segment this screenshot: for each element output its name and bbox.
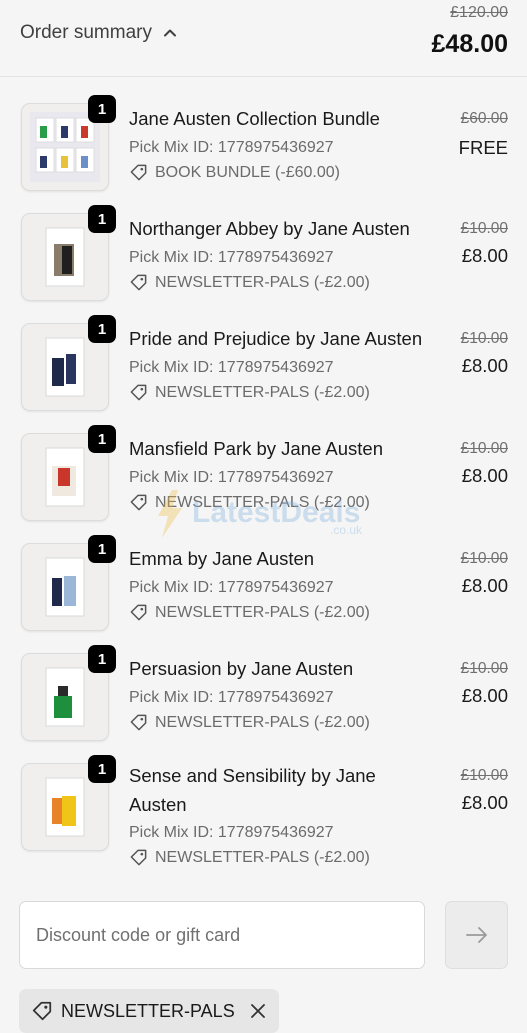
pick-mix-id: Pick Mix ID: 1778975436927	[129, 359, 334, 376]
original-price: £10.00	[460, 440, 508, 457]
product-name: Sense and Sensibility by Jane Austen	[129, 765, 376, 815]
tag-icon	[130, 604, 147, 621]
discount-label: NEWSLETTER-PALS (-£2.00)	[155, 713, 370, 731]
quantity-badge: 1	[88, 645, 116, 673]
product-name: Mansfield Park by Jane Austen	[129, 438, 384, 459]
pick-mix-id: Pick Mix ID: 1778975436927	[129, 249, 334, 266]
pick-mix-id: Pick Mix ID: 1778975436927	[129, 579, 334, 596]
tag-icon	[130, 164, 147, 181]
close-icon[interactable]	[249, 1002, 267, 1020]
discount-line: BOOK BUNDLE (-£60.00)	[129, 163, 340, 182]
apply-discount-button[interactable]	[445, 901, 508, 969]
applied-discount-chip: NEWSLETTER-PALS	[19, 989, 279, 1033]
order-total: £48.00	[431, 30, 508, 58]
original-price: £60.00	[460, 110, 508, 127]
chevron-up-icon	[163, 29, 176, 37]
tag-icon	[130, 274, 147, 291]
tag-icon	[130, 494, 147, 511]
pick-mix-id: Pick Mix ID: 1778975436927	[129, 824, 334, 841]
item-price: £8.00	[461, 245, 508, 266]
discount-label: NEWSLETTER-PALS (-£2.00)	[155, 493, 370, 511]
discount-line: NEWSLETTER-PALS (-£2.00)	[129, 383, 370, 402]
quantity-badge: 1	[88, 95, 116, 123]
quantity-badge: 1	[88, 205, 116, 233]
quantity-badge: 1	[88, 535, 116, 563]
order-summary-header: Order summary £120.00 £48.00	[0, 0, 527, 77]
discount-label: NEWSLETTER-PALS (-£2.00)	[155, 383, 370, 401]
arrow-right-icon	[465, 927, 487, 943]
discount-code-input[interactable]	[19, 901, 425, 969]
discount-line: NEWSLETTER-PALS (-£2.00)	[129, 603, 370, 622]
discount-line: NEWSLETTER-PALS (-£2.00)	[129, 493, 370, 512]
tag-icon	[32, 1001, 52, 1021]
item-price: £8.00	[461, 465, 508, 486]
discount-line: NEWSLETTER-PALS (-£2.00)	[129, 273, 370, 292]
pick-mix-id: Pick Mix ID: 1778975436927	[129, 689, 334, 706]
original-price: £10.00	[460, 660, 508, 677]
product-name: Northanger Abbey by Jane Austen	[129, 218, 410, 239]
discount-line: NEWSLETTER-PALS (-£2.00)	[129, 713, 370, 732]
item-price: £8.00	[461, 792, 508, 813]
item-price: £8.00	[461, 355, 508, 376]
product-name: Emma by Jane Austen	[129, 548, 315, 569]
applied-discount-label: NEWSLETTER-PALS	[61, 1000, 235, 1021]
product-name: Pride and Prejudice by Jane Austen	[129, 328, 423, 349]
tag-icon	[130, 714, 147, 731]
discount-label: NEWSLETTER-PALS (-£2.00)	[155, 848, 370, 866]
discount-label: BOOK BUNDLE (-£60.00)	[155, 163, 340, 181]
tag-icon	[130, 384, 147, 401]
original-price: £10.00	[460, 330, 508, 347]
quantity-badge: 1	[88, 755, 116, 783]
watermark-domain: .co.uk	[330, 523, 363, 537]
item-price: £8.00	[461, 685, 508, 706]
original-price: £10.00	[460, 220, 508, 237]
original-price: £10.00	[460, 767, 508, 784]
original-total: £120.00	[450, 4, 508, 21]
item-price: £8.00	[461, 575, 508, 596]
product-name: Jane Austen Collection Bundle	[129, 108, 380, 129]
order-summary-toggle[interactable]: Order summary	[20, 22, 178, 44]
pick-mix-id: Pick Mix ID: 1778975436927	[129, 139, 334, 156]
tag-icon	[130, 849, 147, 866]
product-name: Persuasion by Jane Austen	[129, 658, 354, 679]
pick-mix-id: Pick Mix ID: 1778975436927	[129, 469, 334, 486]
discount-label: NEWSLETTER-PALS (-£2.00)	[155, 603, 370, 621]
item-price: FREE	[458, 137, 508, 158]
discount-label: NEWSLETTER-PALS (-£2.00)	[155, 273, 370, 291]
original-price: £10.00	[460, 550, 508, 567]
quantity-badge: 1	[88, 315, 116, 343]
discount-line: NEWSLETTER-PALS (-£2.00)	[129, 848, 370, 867]
order-summary-label: Order summary	[20, 22, 152, 43]
quantity-badge: 1	[88, 425, 116, 453]
